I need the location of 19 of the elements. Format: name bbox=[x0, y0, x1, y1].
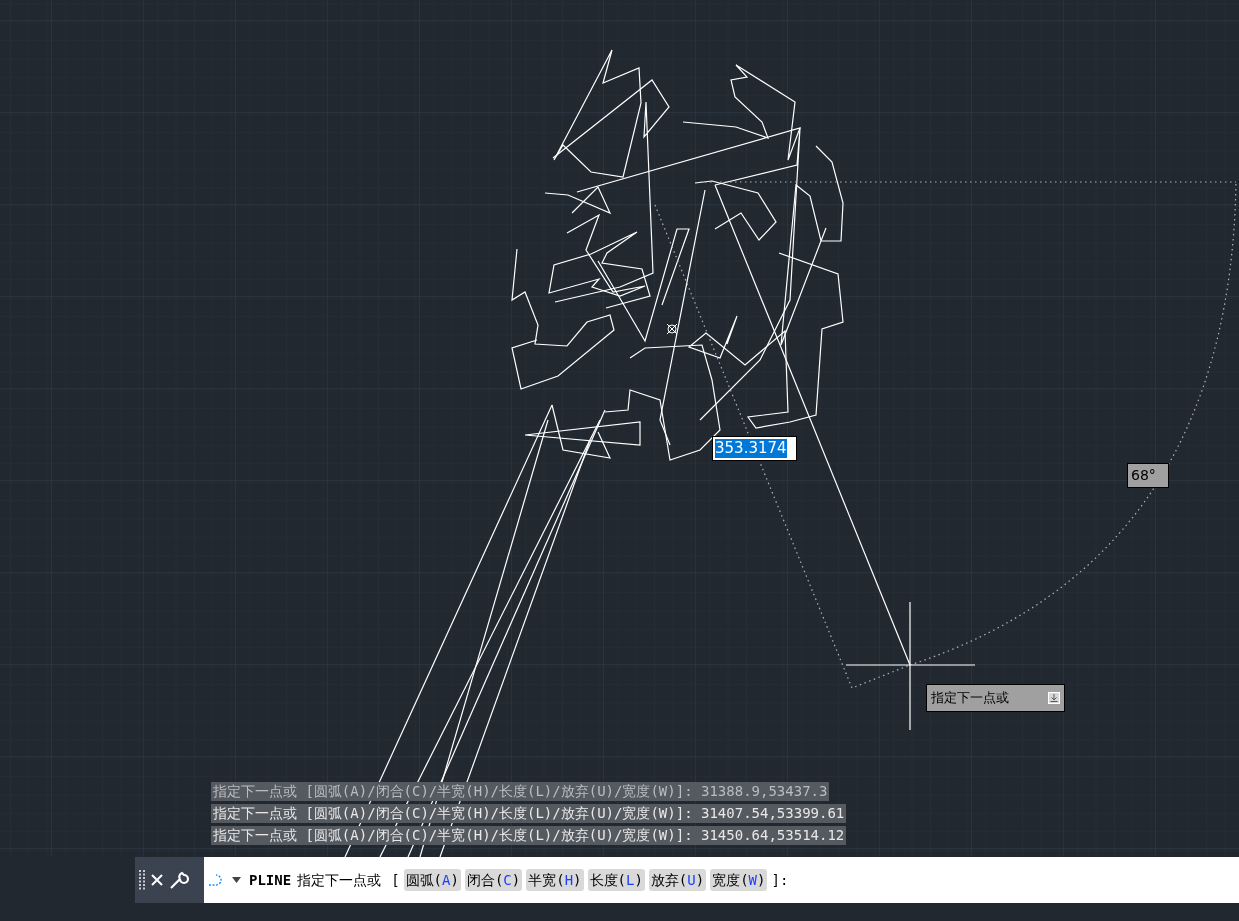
grip-icon[interactable] bbox=[139, 870, 145, 890]
command-prompt: 指定下一点或 bbox=[297, 870, 382, 890]
command-option[interactable]: 放弃(U) bbox=[648, 869, 707, 891]
command-option[interactable]: 长度(L) bbox=[587, 869, 645, 891]
bracket-text: [ bbox=[391, 870, 400, 890]
down-arrow-icon[interactable] bbox=[1048, 692, 1060, 704]
tooltip-text: 指定下一点或 bbox=[931, 689, 1009, 708]
command-option[interactable]: 圆弧(A) bbox=[403, 869, 461, 891]
angle-label: 68° bbox=[1127, 463, 1169, 488]
close-icon[interactable] bbox=[151, 874, 163, 886]
command-option[interactable]: 宽度(W) bbox=[710, 869, 768, 891]
caret-icon[interactable] bbox=[232, 877, 241, 883]
command-input-field[interactable]: PLINE 指定下一点或 [ 圆弧(A) 闭合(C) 半宽(H) 长度(L) 放弃(U) 宽度(W) ]: bbox=[204, 857, 1239, 903]
length-input-field[interactable]: 353.3174 bbox=[712, 436, 797, 461]
command-option[interactable]: 半宽(H) bbox=[526, 869, 584, 891]
suffix-text: ]: bbox=[771, 870, 789, 890]
command-option[interactable]: 闭合(C) bbox=[464, 869, 523, 891]
command-name: PLINE bbox=[249, 870, 292, 890]
wrench-icon[interactable] bbox=[169, 870, 189, 890]
